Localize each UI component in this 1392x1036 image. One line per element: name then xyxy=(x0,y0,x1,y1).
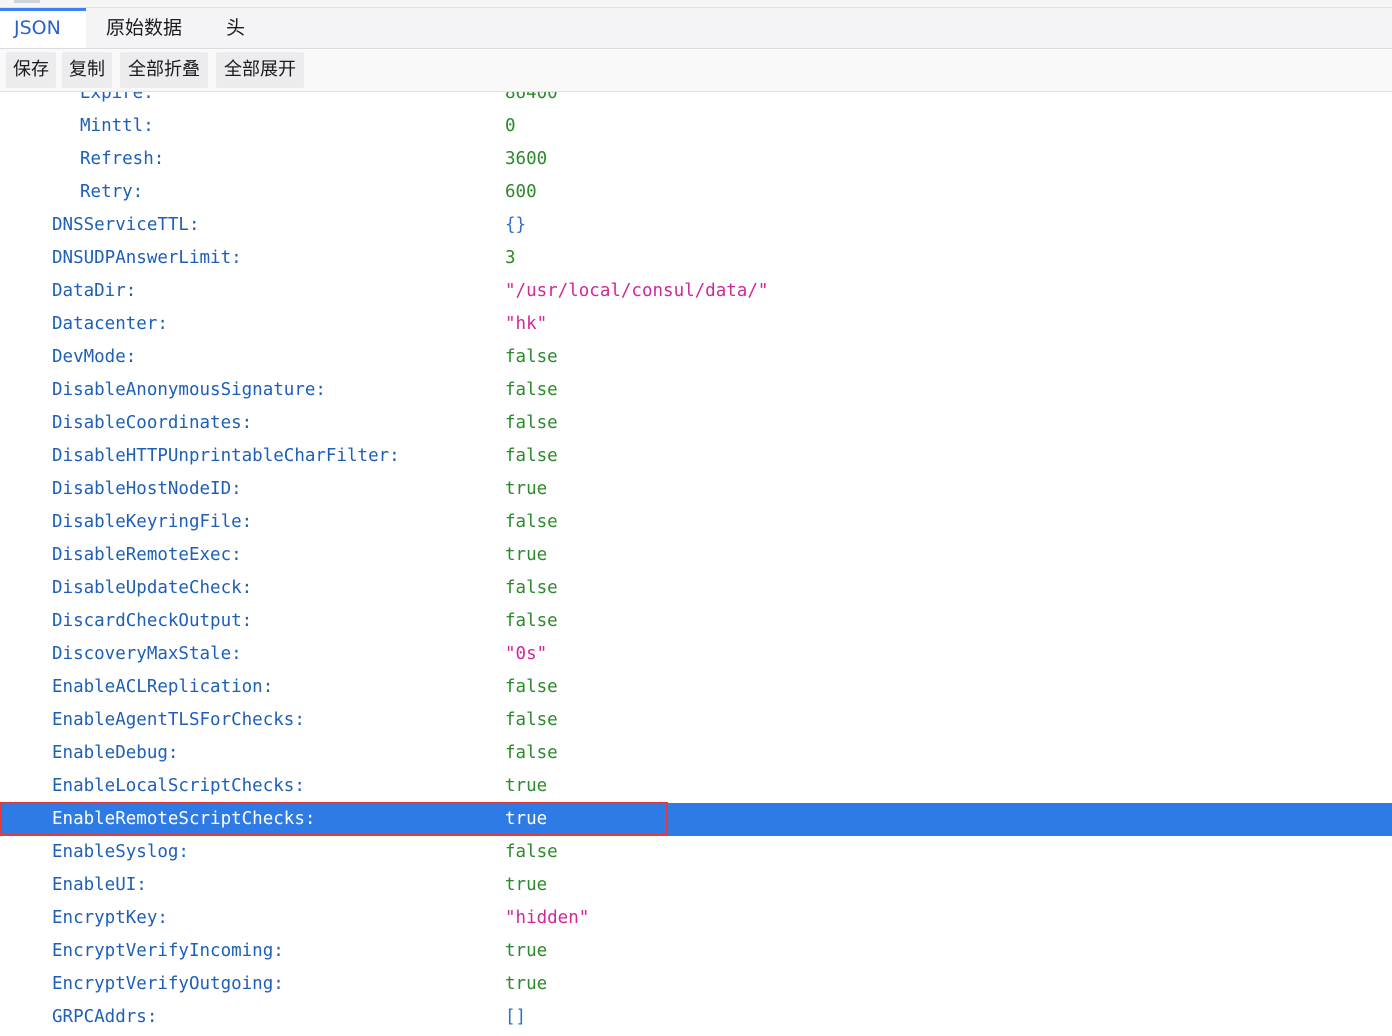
json-value: 600 xyxy=(505,182,537,202)
json-row[interactable]: DisableRemoteExec: true xyxy=(0,539,1392,572)
json-row[interactable]: DNSServiceTTL: {} xyxy=(0,209,1392,242)
json-row[interactable]: DNSUDPAnswerLimit: 3 xyxy=(0,242,1392,275)
json-value: false xyxy=(505,512,558,532)
json-key: DiscardCheckOutput: xyxy=(52,611,253,631)
tab-raw-data[interactable]: 原始数据 xyxy=(92,8,196,48)
json-key: EnableLocalScriptChecks: xyxy=(52,776,305,796)
json-row[interactable]: EnableLocalScriptChecks: true xyxy=(0,770,1392,803)
json-value: [] xyxy=(505,1007,527,1027)
json-value: false xyxy=(505,446,558,466)
json-value: false xyxy=(505,710,558,730)
json-row[interactable]: EnableUI: true xyxy=(0,869,1392,902)
json-key: EnableRemoteScriptChecks: xyxy=(52,809,316,829)
expand-all-button[interactable]: 全部展开 xyxy=(216,52,304,88)
json-value: "hk" xyxy=(505,314,548,334)
window-top-strip xyxy=(0,0,1392,8)
json-row[interactable]: DevMode: false xyxy=(0,341,1392,374)
json-value: 86400 xyxy=(505,92,558,103)
json-key: DiscoveryMaxStale: xyxy=(52,644,242,664)
json-row[interactable]: DiscoveryMaxStale: "0s" xyxy=(0,638,1392,671)
json-key: DisableCoordinates: xyxy=(52,413,253,433)
json-key: DataDir: xyxy=(52,281,137,301)
json-row[interactable]: GRPCAddrs: [] xyxy=(0,1001,1392,1034)
json-value: true xyxy=(505,809,548,829)
json-value: 0 xyxy=(505,116,516,136)
json-row[interactable]: EncryptVerifyOutgoing: true xyxy=(0,968,1392,1001)
json-key: GRPCAddrs: xyxy=(52,1007,158,1027)
json-key: Minttl: xyxy=(80,116,154,136)
json-value: 3600 xyxy=(505,149,548,169)
json-row[interactable]: Refresh: 3600 xyxy=(0,143,1392,176)
json-tree: Expire: 86400 Minttl: 0 Refresh: 3600 Retry: 60… xyxy=(0,92,1392,1036)
json-row[interactable]: DiscardCheckOutput: false xyxy=(0,605,1392,638)
viewer-tab-bar: JSON 原始数据 头 xyxy=(0,8,1392,49)
json-key: EnableACLReplication: xyxy=(52,677,274,697)
json-row[interactable]: DisableCoordinates: false xyxy=(0,407,1392,440)
json-key: EncryptVerifyOutgoing: xyxy=(52,974,284,994)
json-value: false xyxy=(505,743,558,763)
json-row[interactable]: Retry: 600 xyxy=(0,176,1392,209)
json-value: false xyxy=(505,842,558,862)
json-row[interactable]: DisableHostNodeID: true xyxy=(0,473,1392,506)
tab-json[interactable]: JSON xyxy=(0,8,86,48)
tab-headers[interactable]: 头 xyxy=(212,8,259,48)
json-key: EnableAgentTLSForChecks: xyxy=(52,710,305,730)
save-button[interactable]: 保存 xyxy=(6,52,56,88)
json-key: EncryptKey: xyxy=(52,908,168,928)
json-value: false xyxy=(505,611,558,631)
json-row[interactable]: EncryptVerifyIncoming: true xyxy=(0,935,1392,968)
json-row[interactable]: EnableSyslog: false xyxy=(0,836,1392,869)
json-key: EnableDebug: xyxy=(52,743,179,763)
json-value: true xyxy=(505,776,548,796)
json-key: Datacenter: xyxy=(52,314,168,334)
json-row[interactable]: DisableHTTPUnprintableCharFilter: false xyxy=(0,440,1392,473)
json-toolbar: 保存 复制 全部折叠 全部展开 xyxy=(0,49,1392,92)
json-value: {} xyxy=(505,215,527,235)
json-key: DisableKeyringFile: xyxy=(52,512,253,532)
json-key: Retry: xyxy=(80,182,144,202)
json-row[interactable]: DisableAnonymousSignature: false xyxy=(0,374,1392,407)
json-row[interactable]: EnableRemoteScriptChecks: true xyxy=(0,803,1392,836)
json-value: true xyxy=(505,479,548,499)
json-value: 3 xyxy=(505,248,516,268)
json-value: true xyxy=(505,941,548,961)
collapse-all-button[interactable]: 全部折叠 xyxy=(120,52,208,88)
json-value: false xyxy=(505,347,558,367)
json-key: DisableHostNodeID: xyxy=(52,479,242,499)
json-key: DNSServiceTTL: xyxy=(52,215,200,235)
json-key: EncryptVerifyIncoming: xyxy=(52,941,284,961)
json-value: true xyxy=(505,875,548,895)
tab-indicator xyxy=(14,0,40,3)
json-row[interactable]: EnableDebug: false xyxy=(0,737,1392,770)
json-key: DisableHTTPUnprintableCharFilter: xyxy=(52,446,400,466)
json-row[interactable]: Datacenter: "hk" xyxy=(0,308,1392,341)
json-row[interactable]: DisableKeyringFile: false xyxy=(0,506,1392,539)
json-key: DisableAnonymousSignature: xyxy=(52,380,326,400)
copy-button[interactable]: 复制 xyxy=(62,52,112,88)
json-value: false xyxy=(505,677,558,697)
json-value: false xyxy=(505,380,558,400)
json-value: "hidden" xyxy=(505,908,590,928)
json-value: true xyxy=(505,545,548,565)
json-key: Expire: xyxy=(80,92,154,103)
json-row[interactable]: Expire: 86400 xyxy=(0,92,1392,110)
json-row[interactable]: EncryptKey: "hidden" xyxy=(0,902,1392,935)
json-value: "0s" xyxy=(505,644,548,664)
json-row[interactable]: DisableUpdateCheck: false xyxy=(0,572,1392,605)
json-key: DisableRemoteExec: xyxy=(52,545,242,565)
json-row[interactable]: Minttl: 0 xyxy=(0,110,1392,143)
json-row[interactable]: DataDir: "/usr/local/consul/data/" xyxy=(0,275,1392,308)
json-key: EnableSyslog: xyxy=(52,842,189,862)
json-value: false xyxy=(505,413,558,433)
json-key: Refresh: xyxy=(80,149,165,169)
json-key: DevMode: xyxy=(52,347,137,367)
json-key: DisableUpdateCheck: xyxy=(52,578,253,598)
json-row[interactable]: EnableAgentTLSForChecks: false xyxy=(0,704,1392,737)
json-value: false xyxy=(505,578,558,598)
json-key: EnableUI: xyxy=(52,875,147,895)
json-key: DNSUDPAnswerLimit: xyxy=(52,248,242,268)
json-value: true xyxy=(505,974,548,994)
json-value: "/usr/local/consul/data/" xyxy=(505,281,769,301)
json-row[interactable]: EnableACLReplication: false xyxy=(0,671,1392,704)
